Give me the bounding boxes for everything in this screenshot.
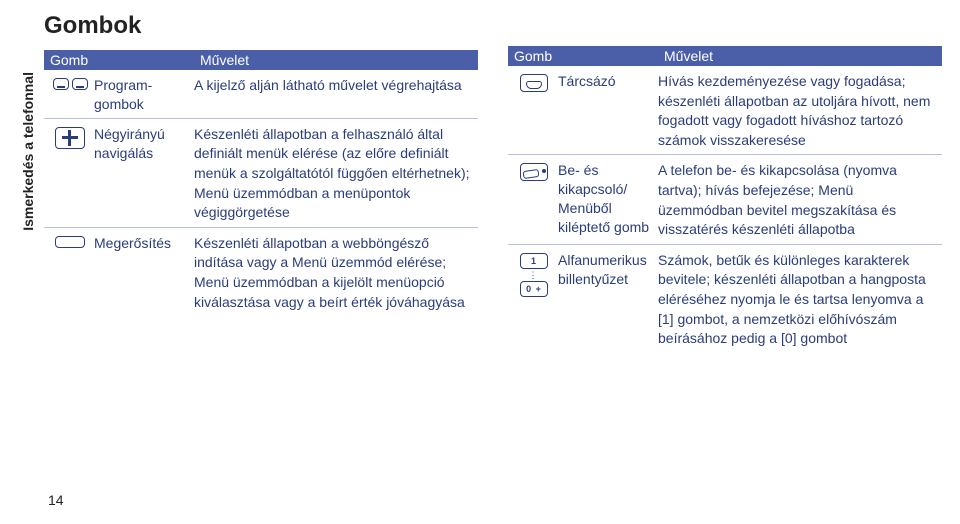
row-label: Program-gombok (94, 76, 194, 114)
table-row: Tárcsázó Hívás kezdeményezése vagy fogad… (508, 66, 942, 155)
num-key-0-icon: 0 + (520, 281, 548, 297)
table-row: 1 ⋮ 0 + Alfanumerikus billentyűzet Számo… (508, 245, 942, 353)
row-label: Be- és kikapcsoló/ Menüből kiléptető gom… (558, 161, 658, 239)
header-gomb: Gomb (514, 48, 664, 64)
table-row: Program-gombok A kijelző alján látható m… (44, 70, 478, 119)
table-row: Négyirányú navigálás Készenléti állapotb… (44, 119, 478, 228)
softkeys-icon (53, 78, 88, 90)
row-operation: Készenléti állapotban a webböngésző indí… (194, 234, 476, 312)
left-column: Gombok Gomb Művelet Program-gombok A kij… (44, 12, 478, 353)
header-gomb: Gomb (50, 52, 200, 68)
page-number: 14 (48, 492, 64, 508)
num-key-1-icon: 1 (520, 253, 548, 269)
table-row: Be- és kikapcsoló/ Menüből kiléptető gom… (508, 155, 942, 244)
table-header-right: Gomb Művelet (508, 46, 942, 66)
table-header-left: Gomb Művelet (44, 50, 478, 70)
nav-key-icon (55, 127, 85, 149)
row-operation: Számok, betűk és különleges karakterek b… (658, 251, 940, 349)
row-label: Tárcsázó (558, 72, 658, 150)
right-column: Gomb Művelet Tárcsázó Hívás kezdeményezé… (508, 12, 942, 353)
dial-key-icon (520, 74, 548, 92)
end-key-icon (520, 163, 548, 181)
row-label: Négyirányú navigálás (94, 125, 194, 223)
row-label: Alfanumerikus billentyűzet (558, 251, 658, 349)
side-section-label: Ismerkedés a telefonnal (20, 72, 36, 231)
row-label: Megerősítés (94, 234, 194, 312)
row-operation: Készenléti állapotban a felhasználó álta… (194, 125, 476, 223)
section-title: Gombok (44, 12, 478, 40)
row-operation: Hívás kezdeményezése vagy fogadása; kész… (658, 72, 940, 150)
row-operation: A telefon be- és kikapcsolása (nyomva ta… (658, 161, 940, 239)
table-row: Megerősítés Készenléti állapotban a webb… (44, 228, 478, 316)
row-operation: A kijelző alján látható művelet végrehaj… (194, 76, 476, 114)
ellipsis-icon: ⋮ (529, 272, 540, 278)
ok-key-icon (55, 236, 85, 248)
header-muvelet: Művelet (664, 48, 936, 64)
header-muvelet: Művelet (200, 52, 472, 68)
